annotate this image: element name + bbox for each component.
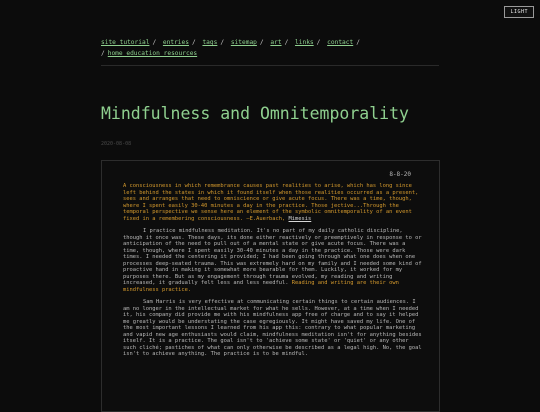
post-date: 2020-08-08 [101, 141, 132, 147]
entry-stamp: 8-8-20 [389, 171, 411, 178]
epigraph-author: —E.Auerbach, [246, 215, 286, 222]
nav-tags[interactable]: tags [202, 39, 217, 46]
paragraph: I practice mindfulness meditation. It's … [123, 228, 423, 293]
nav-contact[interactable]: contact [327, 39, 353, 46]
nav-links[interactable]: links [295, 39, 314, 46]
paragraph-text: I practice mindfulness meditation. It's … [123, 228, 422, 286]
nav-separator: / [152, 39, 157, 46]
nav-separator: / [191, 39, 196, 46]
epigraph: A consciousness in which remembrance cau… [123, 183, 423, 222]
nav-sitemap[interactable]: sitemap [231, 39, 257, 46]
epigraph-source-link[interactable]: Mimesis [289, 216, 312, 222]
nav-separator: / [259, 39, 264, 46]
nav-separator: / [316, 39, 321, 46]
header-divider [101, 65, 439, 66]
nav-separator: / [101, 50, 105, 57]
nav-home-education-resources[interactable]: home education resources [108, 50, 197, 57]
nav-site-tutorial[interactable]: site tutorial [101, 39, 149, 46]
nav-entries[interactable]: entries [163, 39, 189, 46]
nav-separator: / [356, 39, 360, 46]
theme-toggle-button[interactable]: LIGHT [504, 6, 534, 18]
nav-art[interactable]: art [270, 39, 281, 46]
entry-content-box: 8-8-20 A consciousness in which remembra… [101, 160, 440, 412]
page-title: Mindfulness and Omnitemporality [101, 104, 409, 124]
entry-text: A consciousness in which remembrance cau… [123, 183, 423, 358]
nav-separator: / [220, 39, 225, 46]
nav-separator: / [284, 39, 289, 46]
site-nav: site tutorial / entries / tags / sitemap / a… [101, 37, 441, 59]
paragraph: Sam Harris is very effective at communic… [123, 299, 422, 357]
